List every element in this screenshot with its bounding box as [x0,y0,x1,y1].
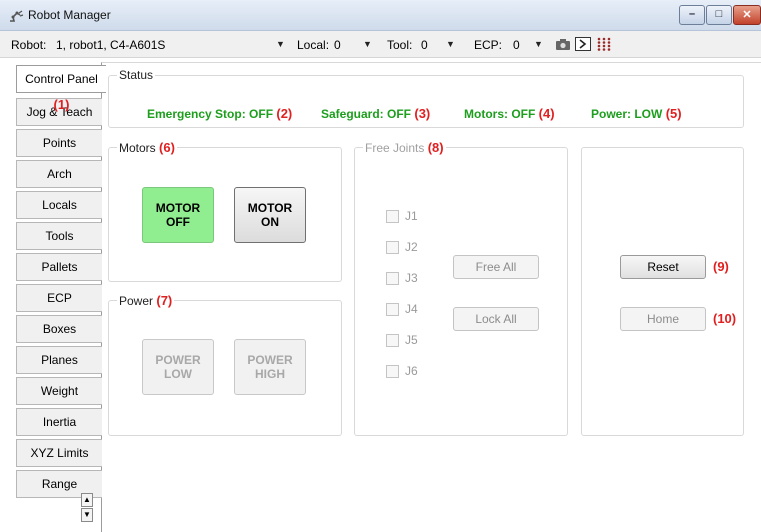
motors-group: Motors (6) MOTOR OFF MOTOR ON [108,140,342,282]
ecp-select[interactable]: 0 [513,38,520,52]
emergency-stop-text: Emergency Stop: OFF [147,107,274,121]
local-dropdown-arrow-icon[interactable]: ▼ [363,39,372,49]
annotation-2: (2) [276,106,293,121]
local-label: Local: [297,38,330,52]
scroll-up-icon[interactable]: ▲ [81,493,93,507]
maximize-icon: □ [715,8,723,20]
tab-boxes[interactable]: Boxes [16,315,102,343]
annotation-4: (4) [538,106,555,121]
power-title-text: Power [119,294,154,308]
status-group: Status Emergency Stop: OFF (2) Safeguard… [108,68,744,128]
tab-xyz-limits[interactable]: XYZ Limits [16,439,102,467]
actions-group: Reset (9) Home (10) [581,147,744,436]
close-button[interactable]: ✕ [733,5,761,25]
ecp-dropdown-arrow-icon[interactable]: ▼ [534,39,543,49]
annotation-7: (7) [156,293,173,308]
joint-j4-checkbox[interactable] [386,303,399,316]
robot-select[interactable]: 1, robot1, C4-A601S [56,38,165,52]
motor-off-button[interactable]: MOTOR OFF [142,187,214,243]
free-joints-group-title: Free Joints (8) [363,140,446,155]
joint-j3-checkbox[interactable] [386,272,399,285]
terminal-icon[interactable] [575,37,591,51]
joint-j3-label: J3 [405,271,418,285]
power-group: Power (7) POWER LOW POWER HIGH [108,293,342,436]
tab-scroller: ▲ ▼ [81,493,93,523]
tab-points[interactable]: Points [16,129,102,157]
power-status: Power: LOW (5) [591,106,682,121]
free-joints-title-text: Free Joints [365,141,425,155]
tab-pallets[interactable]: Pallets [16,253,102,281]
power-group-title: Power (7) [117,293,175,308]
annotation-8: (8) [427,140,444,155]
annotation-10: (10) [713,311,737,326]
home-button[interactable]: Home [620,307,706,331]
annotation-6: (6) [159,140,175,155]
joint-j1-label: J1 [405,209,418,223]
tab-ecp[interactable]: ECP [16,284,102,312]
control-panel-content: Status Emergency Stop: OFF (2) Safeguard… [101,62,761,532]
io-grid-icon[interactable] [596,37,612,51]
joint-j6-label: J6 [405,364,418,378]
tab-weight[interactable]: Weight [16,377,102,405]
tab-inertia[interactable]: Inertia [16,408,102,436]
close-icon: ✕ [742,9,752,21]
emergency-stop-status: Emergency Stop: OFF (2) [147,106,292,121]
safeguard-status: Safeguard: OFF (3) [321,106,430,121]
joint-j6-checkbox[interactable] [386,365,399,378]
annotation-9: (9) [713,259,729,274]
motors-status-text: Motors: OFF [464,107,536,121]
lock-all-button[interactable]: Lock All [453,307,539,331]
motor-on-button[interactable]: MOTOR ON [234,187,306,243]
maximize-button[interactable]: □ [706,5,732,25]
ecp-label: ECP: [474,38,503,52]
joint-j2-checkbox[interactable] [386,241,399,254]
toolbar: Robot: 1, robot1, C4-A601S ▼ Local: 0 ▼ … [0,31,761,58]
motors-status: Motors: OFF (4) [464,106,555,121]
power-status-text: Power: LOW [591,107,663,121]
free-joints-group: Free Joints (8) J1 J2 J3 J4 J5 J6 Free A… [354,140,568,436]
tool-label: Tool: [387,38,413,52]
annotation-1: (1) [53,97,70,112]
tab-arch[interactable]: Arch [16,160,102,188]
power-high-button[interactable]: POWER HIGH [234,339,306,395]
annotation-5: (5) [665,106,682,121]
joint-j5-label: J5 [405,333,418,347]
robot-arm-icon [10,10,24,22]
tab-control-panel-label: Control Panel [25,72,98,86]
tab-locals[interactable]: Locals [16,191,102,219]
joint-j1-checkbox[interactable] [386,210,399,223]
tool-dropdown-arrow-icon[interactable]: ▼ [446,39,455,49]
reset-button[interactable]: Reset [620,255,706,279]
joint-j2-label: J2 [405,240,418,254]
joint-j5-checkbox[interactable] [386,334,399,347]
power-low-button[interactable]: POWER LOW [142,339,214,395]
status-group-title: Status [117,68,156,82]
robot-dropdown-arrow-icon[interactable]: ▼ [276,39,285,49]
safeguard-text: Safeguard: OFF [321,107,412,121]
joint-j4-label: J4 [405,302,418,316]
tab-tools[interactable]: Tools [16,222,102,250]
scroll-down-icon[interactable]: ▼ [81,508,93,522]
motors-group-title: Motors (6) [117,140,177,155]
tab-planes[interactable]: Planes [16,346,102,374]
free-all-button[interactable]: Free All [453,255,539,279]
window-title: Robot Manager [28,8,111,22]
annotation-3: (3) [414,106,431,121]
local-select[interactable]: 0 [334,38,341,52]
title-bar: Robot Manager – □ ✕ [0,0,761,31]
tool-select[interactable]: 0 [421,38,428,52]
tab-control-panel[interactable]: Control Panel (1) [16,65,106,112]
motors-title-text: Motors [119,141,156,155]
camera-icon[interactable] [555,37,571,51]
robot-label: Robot: [11,38,47,52]
minimize-icon: – [688,8,696,20]
minimize-button[interactable]: – [679,5,705,25]
